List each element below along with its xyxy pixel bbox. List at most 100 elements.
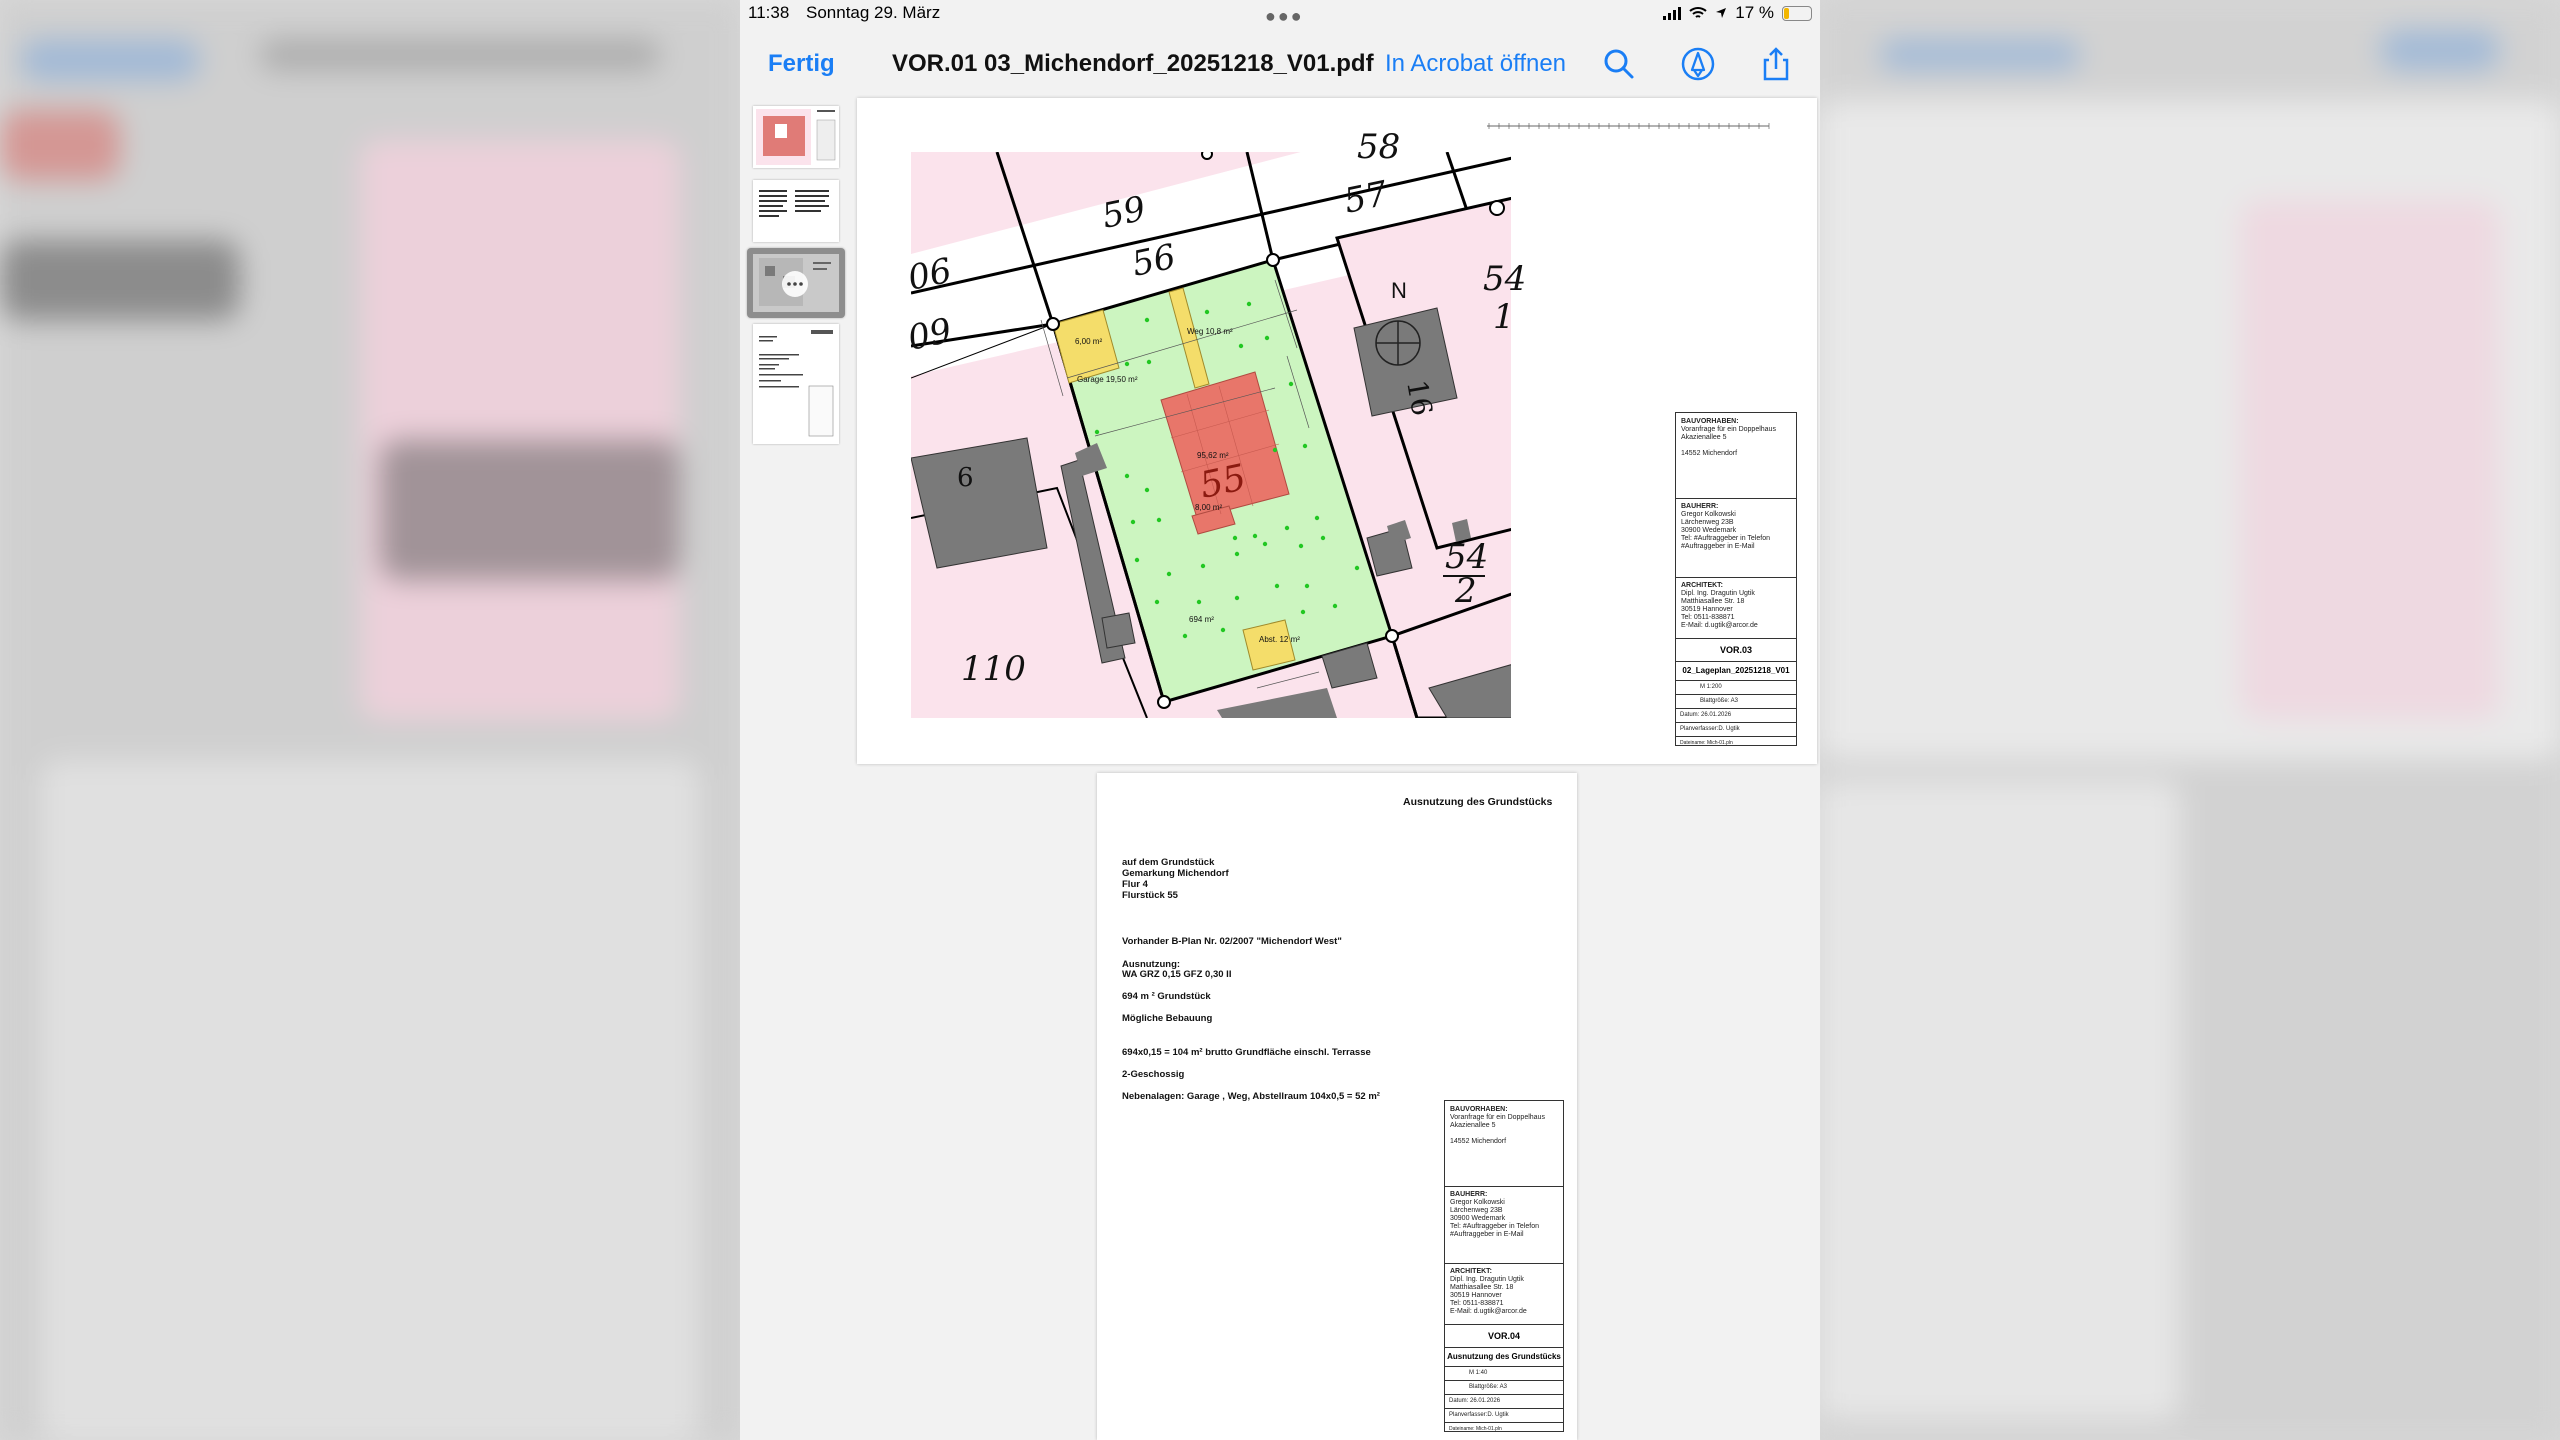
scale-bar: [1487, 123, 1770, 129]
page2-line-12: Nebenalagen: Garage , Weg, Abstellraum 1…: [1122, 1091, 1380, 1102]
markup-icon[interactable]: [1678, 44, 1718, 84]
tb1-architekt: Dipl. Ing. Dragutin Ugtik Matthiasallee …: [1681, 590, 1758, 629]
page2-line-9: Mögliche Bebauung: [1122, 1013, 1213, 1024]
tree-marker: [1130, 519, 1136, 525]
tb1-architekt-head: ARCHITEKT:: [1681, 582, 1723, 589]
parcel-6: 6: [957, 463, 974, 493]
tb2-row-file: Dateiname: Mich-01.pln: [1449, 1426, 1502, 1432]
thumbnail-sidebar: [740, 98, 857, 1440]
tree-marker: [1182, 633, 1188, 639]
tree-marker: [1144, 317, 1150, 323]
tb2-number: VOR.04: [1445, 1325, 1563, 1348]
page2-line-1: auf dem Grundstück: [1122, 857, 1215, 868]
share-icon[interactable]: [1756, 44, 1796, 84]
tree-marker: [1288, 381, 1294, 387]
tree-marker: [1234, 595, 1240, 601]
pdf-page-ausnutzung: Ausnutzung des Grundstücks auf dem Grund…: [1097, 773, 1577, 1440]
tree-marker: [1196, 599, 1202, 605]
tb1-name: 02_Lageplan_20251218_V01: [1676, 662, 1796, 681]
tb2-row-author: Planverfasser:D. Ugtik: [1445, 1409, 1563, 1423]
tree-marker: [1252, 533, 1258, 539]
tree-marker: [1094, 429, 1100, 435]
tb1-row-scale: M 1:200: [1676, 681, 1796, 695]
location-icon: [1716, 8, 1727, 18]
tb2-bauvorhaben: Voranfrage für ein Doppelhaus Akazienall…: [1450, 1114, 1545, 1145]
done-button[interactable]: Fertig: [768, 50, 835, 78]
tb1-row-author: Planverfasser:D. Ugtik: [1676, 723, 1796, 737]
tree-marker: [1304, 583, 1310, 589]
multitask-dots-icon[interactable]: ●●●: [1265, 6, 1304, 27]
pdf-page-lageplan: 58 59 56 57 06 09 54 1 16 6 55 54 2 110 …: [857, 98, 1817, 764]
page2-line-5: Vorhander B-Plan Nr. 02/2007 "Michendorf…: [1122, 936, 1342, 947]
tb1-row-file: Dateiname: Mich-01.pln: [1680, 740, 1733, 746]
north-arrow-icon: [1375, 320, 1421, 366]
title-block-1: BAUVORHABEN: Voranfrage für ein Doppelha…: [1675, 412, 1797, 746]
ipad-screen: 11:38 Sonntag 29. März ●●● 17 % Fertig V…: [740, 0, 1820, 1440]
battery-icon: [1782, 5, 1812, 21]
tree-marker: [1146, 359, 1152, 365]
open-in-acrobat-button[interactable]: In Acrobat öffnen: [1385, 50, 1566, 78]
tb2-name: Ausnutzung des Grundstücks: [1445, 1348, 1563, 1367]
tree-marker: [1154, 599, 1160, 605]
thumbnail-page-3-selected[interactable]: [747, 248, 845, 318]
thumbnail-page-2[interactable]: [753, 180, 839, 242]
page2-line-11: 2-Geschossig: [1122, 1069, 1185, 1080]
tb1-row-date: Datum: 26.01.2026: [1676, 709, 1796, 723]
tree-marker: [1320, 535, 1326, 541]
tree-marker: [1204, 309, 1210, 315]
signal-icon: [1663, 6, 1682, 20]
status-bar: 11:38 Sonntag 29. März ●●● 17 %: [740, 0, 1820, 30]
toolbar: Fertig VOR.01 03_Michendorf_20251218_V01…: [740, 30, 1820, 98]
tree-marker: [1314, 515, 1320, 521]
parcel-110: 110: [961, 649, 1026, 689]
label-abst: Abst. 12 m²: [1259, 635, 1300, 644]
tree-marker: [1134, 557, 1140, 563]
thumbnail-page-4[interactable]: [753, 324, 839, 444]
tb2-row-size: Blattgröße: A3: [1445, 1381, 1563, 1395]
parcel-16: 16: [1400, 377, 1439, 418]
tree-marker: [1124, 473, 1130, 479]
search-icon[interactable]: [1599, 44, 1639, 84]
tree-marker: [1200, 563, 1206, 569]
label-weg-line: Weg 10,8 m²: [1187, 327, 1233, 336]
status-date: Sonntag 29. März: [806, 3, 941, 22]
page2-line-7: WA GRZ 0,15 GFZ 0,30 II: [1122, 969, 1232, 980]
tree-marker: [1246, 301, 1252, 307]
document-title: VOR.01 03_Michendorf_20251218_V01.pdf: [892, 50, 1374, 77]
status-time: 11:38: [748, 3, 790, 22]
tree-marker: [1156, 517, 1162, 523]
tb1-bauherr-head: BAUHERR:: [1681, 503, 1719, 510]
tree-marker: [1298, 543, 1304, 549]
tree-marker: [1300, 609, 1306, 615]
tb1-bauherr: Gregor Kolkowski Lärchenweg 23B 30900 We…: [1681, 511, 1770, 550]
label-house-area: 95,62 m²: [1197, 451, 1229, 460]
thumbnail-page-1[interactable]: [753, 106, 839, 168]
tree-marker: [1124, 361, 1130, 367]
tb1-bauvorhaben: Voranfrage für ein Doppelhaus Akazienall…: [1681, 426, 1776, 457]
tree-marker: [1262, 541, 1268, 547]
tb1-row-size: Blattgröße: A3: [1676, 695, 1796, 709]
label-weg: Weg 10,8 m²: [1187, 327, 1233, 336]
tb2-architekt-head: ARCHITEKT:: [1450, 1268, 1492, 1275]
battery-percent: 17 %: [1735, 3, 1774, 22]
tb2-architekt: Dipl. Ing. Dragutin Ugtik Matthiasallee …: [1450, 1276, 1527, 1315]
tb2-bauherr-head: BAUHERR:: [1450, 1191, 1488, 1198]
tb1-bauvorhaben-head: BAUVORHABEN:: [1681, 418, 1739, 425]
page2-line-8: 694 m ² Grundstück: [1122, 991, 1211, 1002]
page2-line-2: Gemarkung Michendorf: [1122, 868, 1229, 879]
tree-marker: [1220, 627, 1226, 633]
tree-marker: [1332, 603, 1338, 609]
tree-marker: [1238, 343, 1244, 349]
parcel-1: 1: [1493, 297, 1515, 337]
tree-marker: [1302, 443, 1308, 449]
background-left: [0, 0, 740, 1440]
tree-marker: [1232, 535, 1238, 541]
tree-marker: [1144, 487, 1150, 493]
parcel-58: 58: [1357, 127, 1400, 167]
label-garage-top: 6,00 m²: [1075, 337, 1102, 346]
label-garage: Garage 19,50 m²: [1077, 375, 1138, 384]
tree-marker: [1354, 565, 1360, 571]
tree-marker: [1264, 335, 1270, 341]
page2-line-4: Flurstück 55: [1122, 890, 1178, 901]
title-block-2: BAUVORHABEN: Voranfrage für ein Doppelha…: [1444, 1100, 1564, 1432]
